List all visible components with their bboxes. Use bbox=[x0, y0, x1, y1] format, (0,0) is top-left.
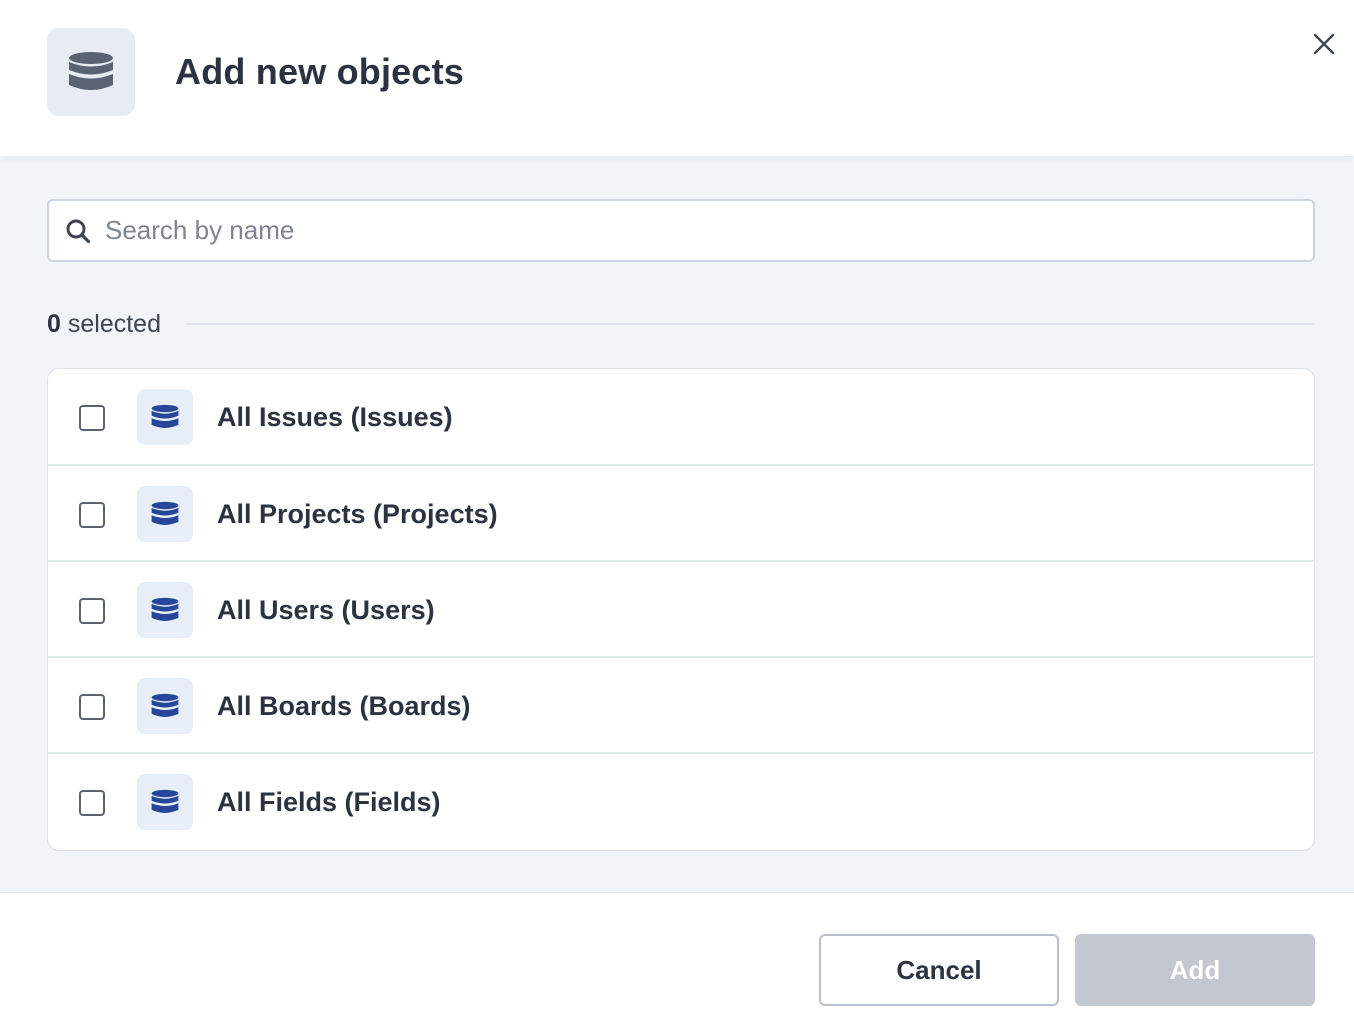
selected-count: 0 bbox=[47, 309, 61, 338]
database-icon bbox=[151, 404, 179, 428]
dialog-body: 0 selected All Issues (Issues) bbox=[0, 156, 1354, 893]
object-list: All Issues (Issues) All Projects (Projec… bbox=[47, 368, 1315, 851]
search-box[interactable] bbox=[47, 199, 1315, 262]
dialog-title: Add new objects bbox=[175, 51, 465, 92]
add-objects-dialog: Add new objects 0 selected bbox=[0, 0, 1354, 1032]
search-icon bbox=[66, 219, 91, 244]
item-label: All Boards (Boards) bbox=[217, 691, 471, 721]
item-label: All Users (Users) bbox=[217, 595, 435, 625]
item-icon-container bbox=[137, 678, 193, 734]
item-icon-container bbox=[137, 389, 193, 445]
close-button[interactable] bbox=[1306, 26, 1342, 62]
item-checkbox[interactable] bbox=[79, 502, 105, 528]
selected-count-suffix: selected bbox=[67, 309, 161, 338]
list-item[interactable]: All Projects (Projects) bbox=[48, 466, 1314, 562]
selected-count-text: 0 selected bbox=[47, 310, 161, 339]
item-label: All Projects (Projects) bbox=[217, 499, 498, 529]
item-icon-container bbox=[137, 486, 193, 542]
cancel-button[interactable]: Cancel bbox=[819, 934, 1059, 1006]
list-item[interactable]: All Fields (Fields) bbox=[48, 754, 1314, 850]
add-button[interactable]: Add bbox=[1075, 934, 1315, 1006]
list-item[interactable]: All Users (Users) bbox=[48, 562, 1314, 658]
database-icon bbox=[69, 52, 113, 90]
list-item[interactable]: All Issues (Issues) bbox=[48, 369, 1314, 466]
dialog-header: Add new objects bbox=[0, 0, 1354, 156]
divider bbox=[186, 323, 1315, 325]
item-label: All Fields (Fields) bbox=[217, 787, 441, 817]
item-icon-container bbox=[137, 774, 193, 830]
database-icon bbox=[151, 501, 179, 525]
selection-summary: 0 selected bbox=[47, 306, 1315, 342]
item-icon-container bbox=[137, 582, 193, 638]
item-checkbox[interactable] bbox=[79, 790, 105, 816]
item-checkbox[interactable] bbox=[79, 598, 105, 624]
header-icon-container bbox=[47, 28, 135, 116]
database-icon bbox=[151, 597, 179, 621]
item-checkbox[interactable] bbox=[79, 694, 105, 720]
database-icon bbox=[151, 789, 179, 813]
database-icon bbox=[151, 693, 179, 717]
item-checkbox[interactable] bbox=[79, 405, 105, 431]
item-label: All Issues (Issues) bbox=[217, 402, 453, 432]
list-item[interactable]: All Boards (Boards) bbox=[48, 658, 1314, 754]
close-icon bbox=[1313, 33, 1335, 55]
dialog-footer: Cancel Add bbox=[0, 893, 1354, 1032]
search-input[interactable] bbox=[105, 201, 1295, 260]
